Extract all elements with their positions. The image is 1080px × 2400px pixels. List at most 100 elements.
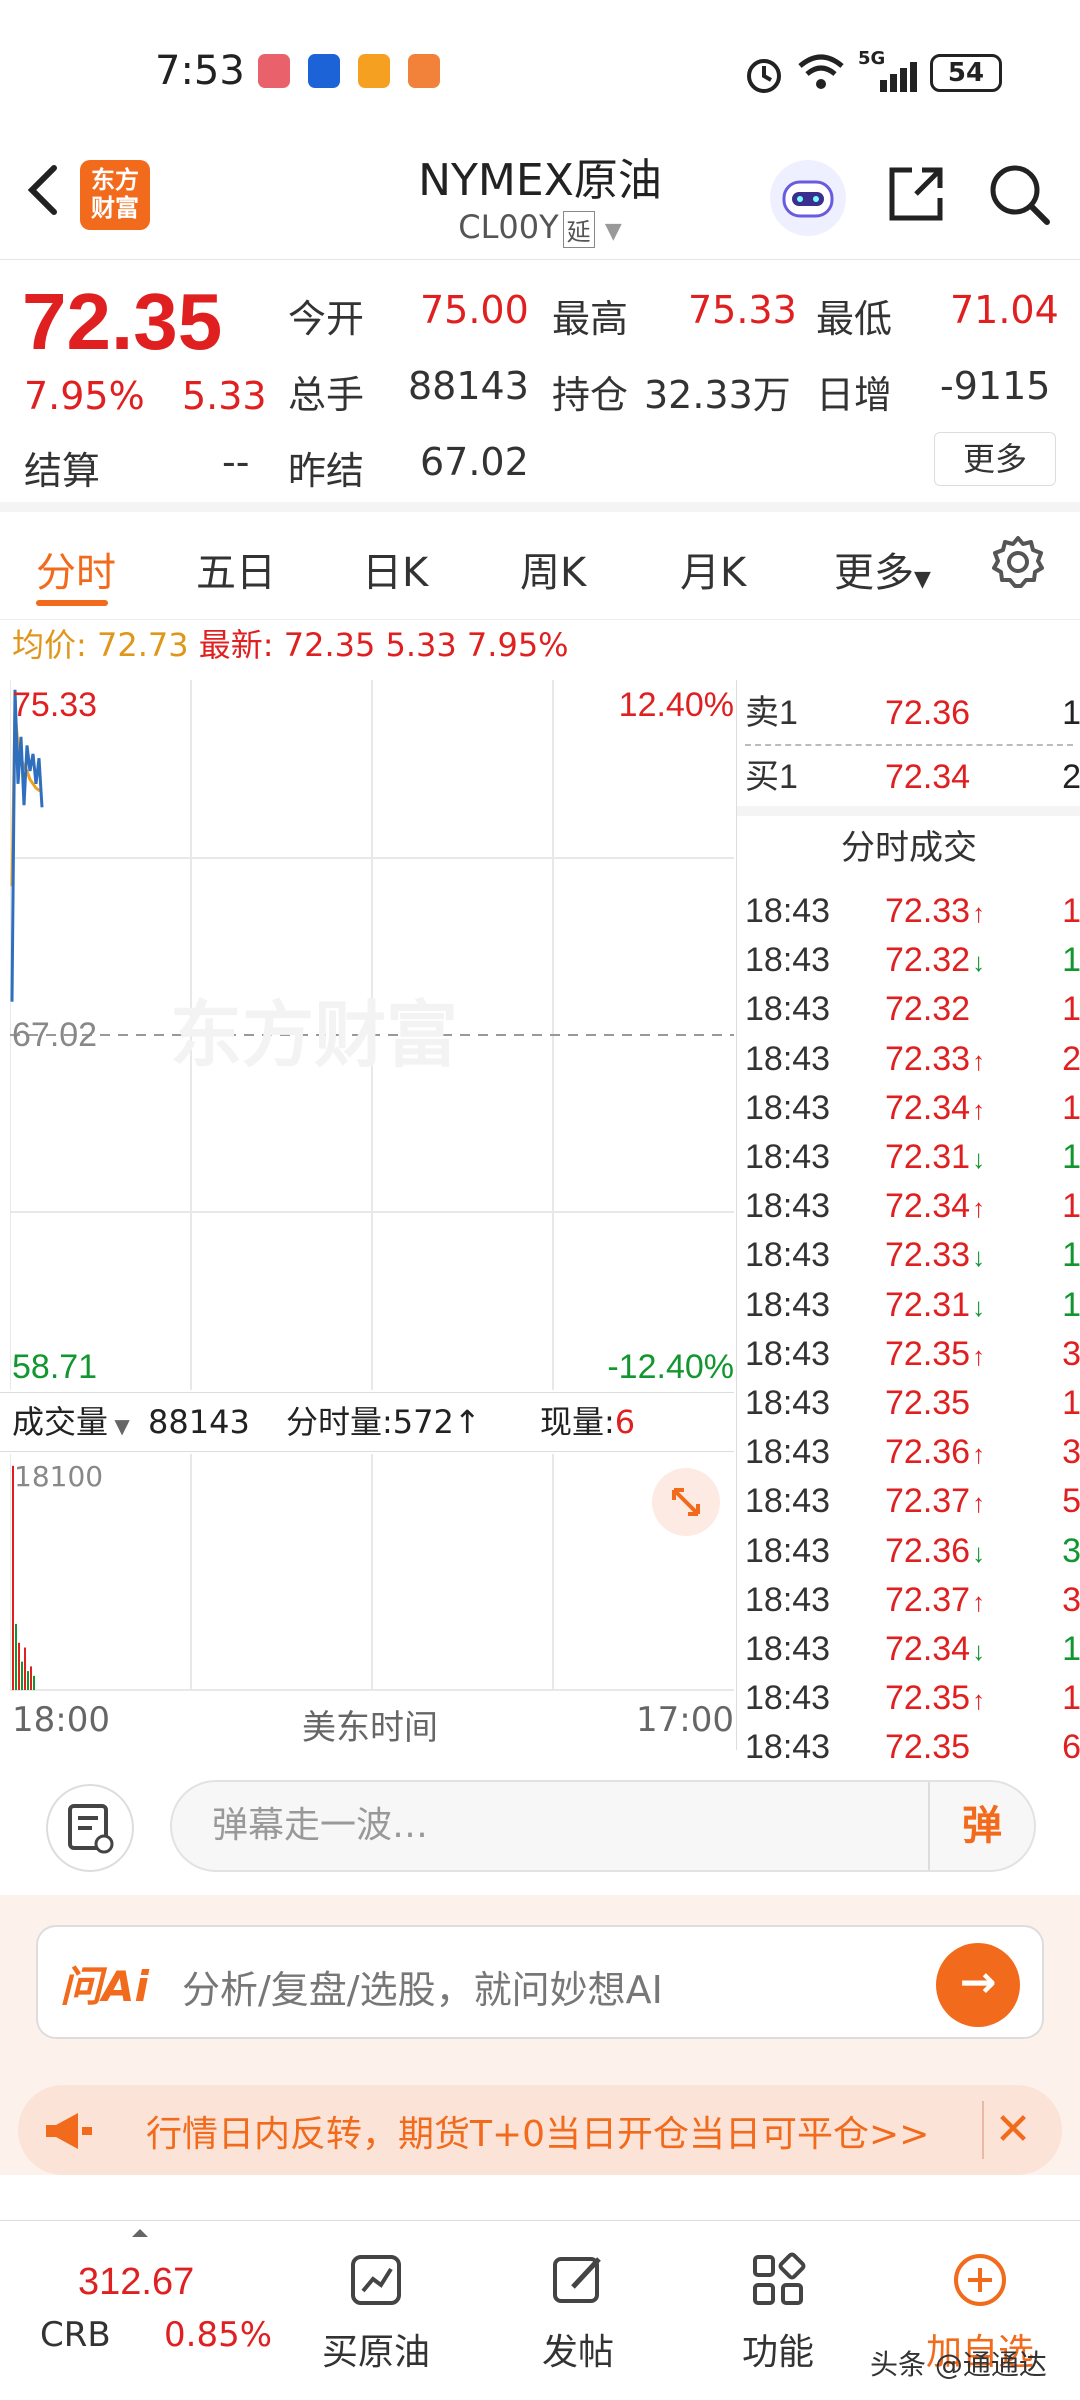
- trade-time: 18:43: [745, 1580, 831, 1619]
- trade-row: 18:43 72.31↓ 1: [745, 1132, 1080, 1182]
- expand-chart-icon[interactable]: [652, 1468, 720, 1536]
- search-icon[interactable]: [985, 160, 1053, 228]
- bottom-nav: 312.67 CRB 0.85% 买原油 发帖 功能 加自选 头条 @通通达: [0, 2220, 1080, 2400]
- open-interest-label: 持仓: [552, 373, 629, 417]
- intraday-price-chart[interactable]: 东方财富 75.33 12.40% 67.02 58.71 -12.40%: [10, 680, 734, 1390]
- tick-volume-value: 572↑: [392, 1403, 481, 1441]
- tick-volume-label: 分时量:: [286, 1403, 393, 1441]
- alarm-icon: [747, 59, 781, 93]
- promo-banner[interactable]: 行情日内反转，期货T+0当日开仓当日可平仓>> ✕: [18, 2085, 1062, 2175]
- comment-bar: 弹幕走一波… 弹: [0, 1750, 1080, 1880]
- tab-daily-k[interactable]: 日K: [362, 540, 428, 598]
- nav-functions[interactable]: 功能: [708, 2251, 848, 2375]
- avg-price-value: 72.73: [96, 626, 189, 664]
- tab-five-day[interactable]: 五日: [196, 540, 276, 598]
- volume-chart[interactable]: 18100: [9, 1454, 734, 1694]
- trade-volume: 1: [1062, 990, 1080, 1029]
- header: 东方 财富 NYMEX原油 CL00Y 延 ▼: [0, 140, 1080, 260]
- sell-1-row: 卖1 72.36 1: [745, 688, 1080, 738]
- signal-icon: [880, 62, 917, 92]
- ai-ask-box[interactable]: 问Ai 分析/复盘/选股，就问妙想AI →: [36, 1925, 1044, 2039]
- trade-price-value: 72.31: [885, 1138, 971, 1176]
- chart-prev-settle: 67.02: [12, 1016, 98, 1054]
- more-quote-button[interactable]: 更多: [934, 432, 1056, 486]
- up-arrow-icon: ↑: [972, 1094, 986, 1125]
- down-arrow-icon: ↓: [972, 1144, 986, 1174]
- daily-increase-label: 日增: [816, 373, 893, 417]
- volume-selector-label: 成交量: [12, 1403, 109, 1441]
- tab-weekly-k[interactable]: 周K: [520, 540, 586, 598]
- time-axis: 18:00 美东时间 17:00: [0, 1694, 734, 1750]
- chart-max-percent: 12.40%: [618, 686, 734, 724]
- trade-time: 18:43: [745, 941, 831, 980]
- back-arrow-icon[interactable]: [20, 160, 70, 220]
- trade-price-value: 72.34: [885, 1187, 971, 1226]
- settings-gear-icon[interactable]: [990, 534, 1046, 590]
- trade-time: 18:43: [745, 1433, 831, 1472]
- ai-go-button[interactable]: →: [936, 1943, 1020, 2027]
- edit-post-icon: [553, 2257, 601, 2303]
- trade-price: 72.32↓: [885, 935, 985, 987]
- caret-down-icon: ▼: [108, 1414, 130, 1438]
- last-price: 72.35: [22, 277, 223, 366]
- trade-volume: 3: [1062, 1580, 1080, 1619]
- app-notification-icon: [258, 54, 290, 88]
- trade-volume: 1: [1062, 1187, 1080, 1226]
- danmaku-placeholder: 弹幕走一波…: [212, 1805, 429, 1846]
- trade-volume: 3: [1062, 1334, 1080, 1373]
- trade-price: 72.35↑: [885, 1329, 985, 1381]
- trade-price-value: 72.35: [885, 1334, 971, 1373]
- trade-volume: 1: [1062, 1679, 1080, 1718]
- volume-selector[interactable]: 成交量 ▼: [12, 1393, 130, 1455]
- status-time: 7:53: [155, 48, 245, 94]
- down-arrow-icon: ↓: [972, 947, 986, 978]
- trade-volume: 1: [1062, 892, 1080, 930]
- avg-price-label: 均价:: [12, 626, 87, 664]
- nav-functions-label: 功能: [741, 2332, 814, 2373]
- tab-monthly-k[interactable]: 月K: [680, 540, 746, 598]
- trade-volume: 2: [1062, 1039, 1080, 1078]
- down-arrow-icon: ↓: [972, 1636, 986, 1666]
- settle-value: --: [222, 440, 250, 484]
- trade-row: 18:43 72.37↑ 5: [745, 1476, 1080, 1526]
- comment-list-icon[interactable]: [46, 1784, 134, 1872]
- up-arrow-icon: ↑: [972, 1340, 986, 1371]
- share-icon[interactable]: [882, 160, 950, 228]
- trade-row: 18:43 72.34↑ 1: [745, 1181, 1080, 1231]
- nav-buy-crude[interactable]: 买原油: [306, 2251, 446, 2375]
- volume-chart-canvas: [9, 1454, 734, 1691]
- up-arrow-icon: ↑: [972, 1685, 986, 1716]
- crb-index-widget[interactable]: 312.67 CRB 0.85%: [0, 2221, 272, 2400]
- current-volume-value: 6: [614, 1403, 636, 1441]
- danmaku-toggle-button[interactable]: 弹: [928, 1782, 1034, 1870]
- volume-max-label: 18100: [14, 1460, 104, 1493]
- trade-price-value: 72.32: [885, 990, 971, 1029]
- tick-volume: 分时量:572↑: [286, 1393, 481, 1451]
- promo-text: 行情日内反转，期货T+0当日开仓当日可平仓>>: [146, 2114, 930, 2155]
- change-percent: 7.95%: [24, 374, 145, 418]
- tab-intraday[interactable]: 分时: [36, 540, 116, 598]
- trade-time: 18:43: [745, 1039, 831, 1078]
- trade-price-value: 72.31: [885, 1285, 971, 1324]
- logo-text-line1: 东方: [91, 166, 139, 194]
- volume-bar: [15, 1623, 17, 1690]
- nav-post[interactable]: 发帖: [508, 2251, 648, 2375]
- latest-price-label: 最新:: [198, 626, 274, 664]
- trade-price-value: 72.34: [885, 1630, 971, 1668]
- instrument-code[interactable]: CL00Y 延 ▼: [340, 208, 740, 248]
- volume-bar: [18, 1642, 20, 1690]
- chart-max-price: 75.33: [12, 686, 98, 724]
- trade-price-value: 72.33: [885, 1039, 971, 1078]
- trade-row: 18:43 72.32↓ 1: [745, 935, 1080, 985]
- volume-label: 总手: [288, 373, 365, 417]
- trade-price: 72.33↑: [885, 886, 985, 938]
- trade-price: 72.31↓: [885, 1280, 985, 1332]
- tab-more-label: 更多: [834, 550, 914, 596]
- trade-row: 18:43 72.37↑ 3: [745, 1575, 1080, 1625]
- tab-more[interactable]: 更多▼: [834, 540, 931, 598]
- danmaku-input[interactable]: 弹幕走一波… 弹: [170, 1780, 1036, 1872]
- close-icon[interactable]: ✕: [982, 2101, 1042, 2159]
- buy-1-price: 72.34: [885, 758, 971, 796]
- trade-time: 18:43: [745, 1236, 831, 1275]
- ai-assistant-avatar[interactable]: [770, 160, 846, 236]
